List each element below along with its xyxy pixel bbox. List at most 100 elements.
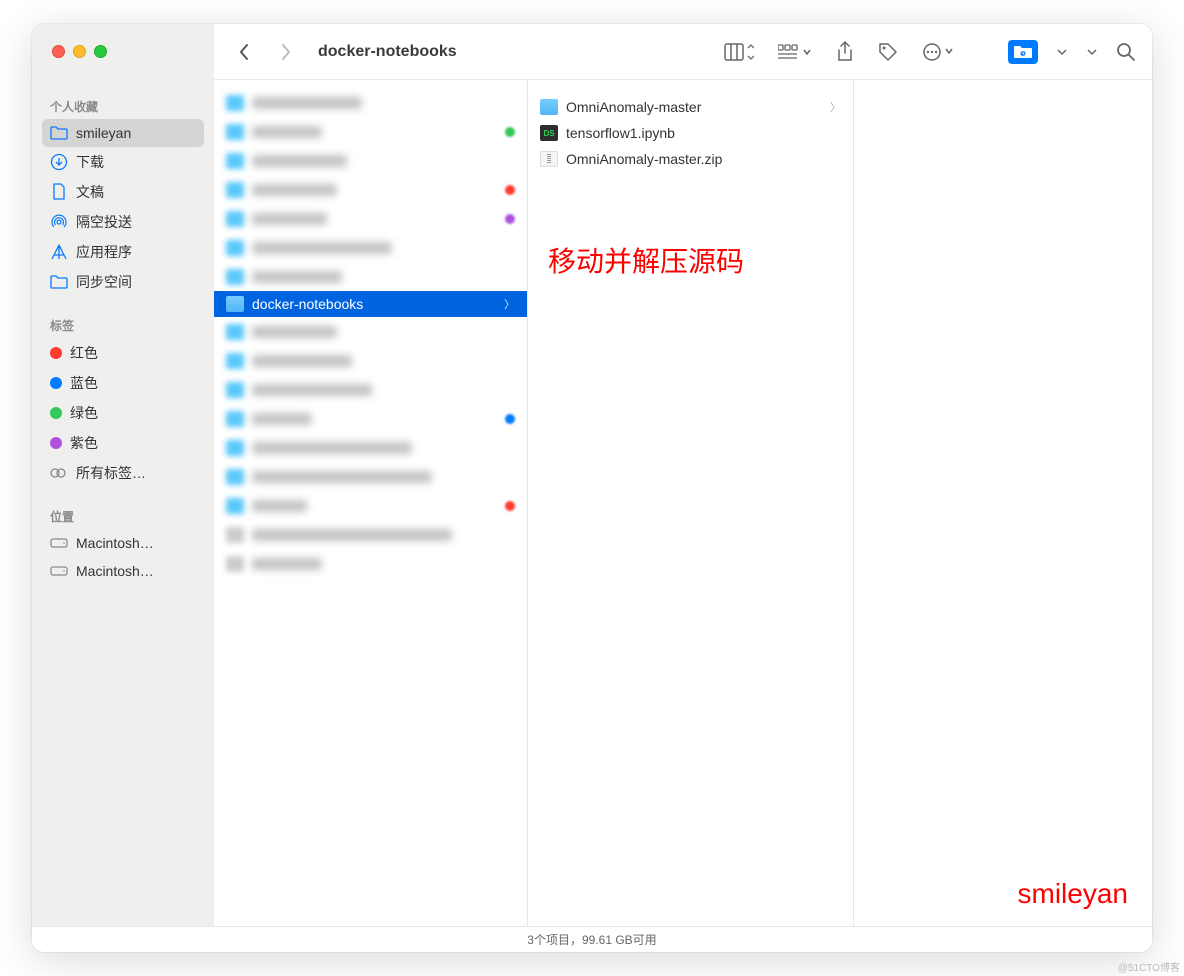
folder-omnianomaly[interactable]: OmniAnomaly-master 〉	[528, 94, 853, 120]
sidebar-item-label: 蓝色	[70, 373, 98, 393]
airdrop-icon	[50, 213, 68, 231]
blurred-item[interactable]	[214, 146, 527, 175]
sidebar-location[interactable]: Macintosh…	[42, 529, 204, 557]
annotation-author: smileyan	[1018, 878, 1128, 910]
blurred-item[interactable]	[214, 375, 527, 404]
finder-window: docker-notebooks	[32, 24, 1152, 952]
traffic-lights	[32, 24, 214, 80]
share-button[interactable]	[836, 41, 854, 63]
sidebar-item-label: Macintosh…	[76, 535, 154, 551]
watermark: @51CTO博客	[1118, 959, 1180, 974]
window-title: docker-notebooks	[318, 43, 457, 61]
sync-icon	[50, 273, 68, 291]
blurred-item[interactable]	[214, 262, 527, 291]
folder-icon	[50, 124, 68, 142]
titlebar: docker-notebooks	[32, 24, 1152, 80]
maximize-icon[interactable]	[94, 45, 107, 58]
document-icon	[50, 183, 68, 201]
disk-icon	[50, 562, 68, 580]
toolbar: docker-notebooks	[214, 38, 1152, 66]
sidebar-item-label: 应用程序	[76, 242, 132, 262]
download-icon	[50, 153, 68, 171]
sidebar-tag-blue[interactable]: 蓝色	[42, 368, 204, 398]
file-omnianomaly-zip[interactable]: OmniAnomaly-master.zip	[528, 146, 853, 172]
back-button[interactable]	[230, 38, 258, 66]
sidebar-tag-green[interactable]: 绿色	[42, 398, 204, 428]
action-folder-button[interactable]	[1008, 40, 1038, 64]
notebook-icon: DS	[540, 125, 558, 141]
sidebar-item-documents[interactable]: 文稿	[42, 177, 204, 207]
more-button[interactable]	[922, 42, 954, 62]
blurred-item[interactable]	[214, 433, 527, 462]
sidebar-item-label: 下载	[76, 152, 104, 172]
locations-header: 位置	[42, 502, 204, 529]
sidebar-item-label: 隔空投送	[76, 212, 132, 232]
file-tensorflow-ipynb[interactable]: DS tensorflow1.ipynb	[528, 120, 853, 146]
zip-icon	[540, 151, 558, 167]
tags-header: 标签	[42, 311, 204, 338]
file-name: OmniAnomaly-master.zip	[566, 151, 722, 167]
sidebar-item-label: Macintosh…	[76, 563, 154, 579]
close-icon[interactable]	[52, 45, 65, 58]
chevron-right-icon: 〉	[504, 296, 515, 312]
disk-icon	[50, 534, 68, 552]
blurred-item[interactable]	[214, 491, 527, 520]
sidebar-item-smileyan[interactable]: smileyan	[42, 119, 204, 147]
sidebar-all-tags[interactable]: 所有标签…	[42, 458, 204, 488]
blurred-item[interactable]	[214, 346, 527, 375]
file-name: tensorflow1.ipynb	[566, 125, 675, 141]
tag-dot-icon	[50, 407, 62, 419]
sidebar-location[interactable]: Macintosh…	[42, 557, 204, 585]
tag-button[interactable]	[878, 42, 898, 62]
dropdown-chevron-icon[interactable]	[1056, 48, 1068, 56]
blurred-item[interactable]	[214, 462, 527, 491]
sidebar-item-label: 所有标签…	[76, 463, 146, 483]
blurred-item[interactable]	[214, 88, 527, 117]
blurred-item[interactable]	[214, 520, 527, 549]
blurred-item[interactable]	[214, 317, 527, 346]
sidebar: 个人收藏 smileyan 下载 文稿 隔空投送 应用程序	[32, 80, 214, 926]
finder-body: 个人收藏 smileyan 下载 文稿 隔空投送 应用程序	[32, 80, 1152, 926]
minimize-icon[interactable]	[73, 45, 86, 58]
file-name: OmniAnomaly-master	[566, 99, 701, 115]
sidebar-item-label: 红色	[70, 343, 98, 363]
sidebar-tag-red[interactable]: 红色	[42, 338, 204, 368]
sidebar-item-label: 文稿	[76, 182, 104, 202]
search-button[interactable]	[1116, 42, 1136, 62]
sidebar-item-label: 绿色	[70, 403, 98, 423]
sidebar-item-sync[interactable]: 同步空间	[42, 267, 204, 297]
blurred-item[interactable]	[214, 233, 527, 262]
blurred-item[interactable]	[214, 175, 527, 204]
chevron-right-icon: 〉	[830, 99, 841, 115]
annotation-instruction: 移动并解压源码	[548, 240, 744, 280]
blurred-item[interactable]	[214, 117, 527, 146]
column-2: OmniAnomaly-master 〉 DS tensorflow1.ipyn…	[528, 80, 854, 926]
favorites-header: 个人收藏	[42, 92, 204, 119]
app-icon	[50, 243, 68, 261]
tag-dot-icon	[50, 377, 62, 389]
column-1: docker-notebooks 〉	[214, 80, 528, 926]
sidebar-tag-purple[interactable]: 紫色	[42, 428, 204, 458]
file-name: docker-notebooks	[252, 296, 363, 312]
sidebar-item-downloads[interactable]: 下载	[42, 147, 204, 177]
sidebar-item-applications[interactable]: 应用程序	[42, 237, 204, 267]
column-3: smileyan	[854, 80, 1152, 926]
tag-dot-icon	[50, 437, 62, 449]
blurred-item[interactable]	[214, 204, 527, 233]
dropdown-chevron-icon[interactable]	[1086, 48, 1098, 56]
folder-docker-notebooks[interactable]: docker-notebooks 〉	[214, 291, 527, 317]
all-tags-icon	[50, 464, 68, 482]
blurred-item[interactable]	[214, 404, 527, 433]
view-columns-button[interactable]	[724, 43, 754, 61]
tag-dot-icon	[50, 347, 62, 359]
forward-button[interactable]	[272, 38, 300, 66]
folder-icon	[226, 296, 244, 312]
status-bar: 3个项目，99.61 GB可用	[32, 926, 1152, 952]
status-text: 3个项目，99.61 GB可用	[527, 931, 656, 948]
folder-icon	[540, 99, 558, 115]
sidebar-item-label: 同步空间	[76, 272, 132, 292]
sidebar-item-airdrop[interactable]: 隔空投送	[42, 207, 204, 237]
group-button[interactable]	[778, 43, 812, 61]
blurred-item[interactable]	[214, 549, 527, 578]
sidebar-item-label: smileyan	[76, 125, 131, 141]
